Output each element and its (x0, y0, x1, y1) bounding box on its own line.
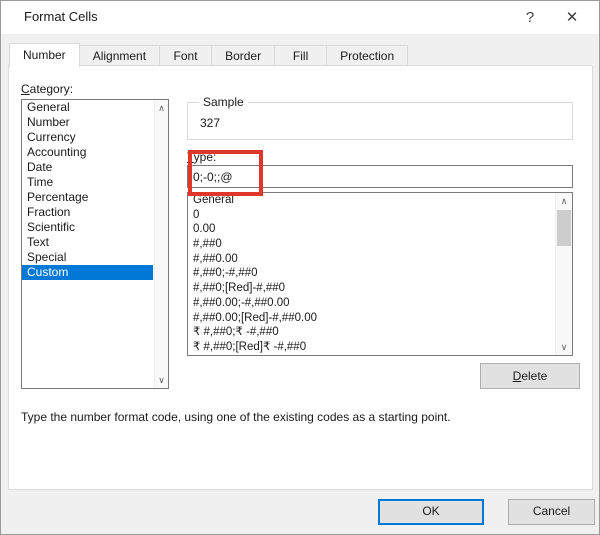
cancel-button[interactable]: Cancel (508, 499, 595, 525)
scroll-up-icon[interactable]: ∧ (556, 194, 572, 208)
tab-label: Alignment (92, 49, 147, 63)
delete-button[interactable]: Delete (480, 363, 580, 389)
category-item[interactable]: Special (22, 250, 153, 265)
category-item-label: Scientific (27, 220, 76, 234)
type-label: Type: (187, 150, 217, 164)
title-bar: Format Cells ? ✕ (1, 1, 599, 34)
type-input[interactable] (187, 165, 573, 188)
category-scrollbar[interactable]: ∧ ∨ (154, 100, 168, 388)
category-item[interactable]: Custom (22, 265, 153, 280)
type-list-item[interactable]: #,##0.00;-#,##0.00 (188, 296, 554, 311)
category-item-label: Accounting (27, 145, 87, 159)
category-item-label: Custom (27, 265, 69, 279)
tab[interactable]: Font (160, 45, 213, 66)
category-item-label: Text (27, 235, 50, 249)
tab[interactable]: Fill (275, 45, 328, 66)
scroll-up-icon[interactable]: ∧ (155, 101, 168, 115)
tab-label: Border (225, 49, 262, 63)
type-list-item[interactable]: #,##0;-#,##0 (188, 266, 554, 281)
category-item-label: Fraction (27, 205, 71, 219)
sample-legend: Sample (199, 95, 248, 109)
sample-groupbox: Sample 327 (187, 95, 573, 140)
tab-label: Font (173, 49, 198, 63)
type-list-item[interactable]: ₹ #,##0;[Red]₹ -#,##0 (188, 340, 554, 355)
type-list-item[interactable]: #,##0.00 (188, 252, 554, 267)
type-list-item[interactable]: #,##0;[Red]-#,##0 (188, 281, 554, 296)
type-list-item-label: General (193, 194, 234, 206)
category-item-label: Currency (27, 130, 76, 144)
type-list-item-label: #,##0.00;[Red]-#,##0.00 (193, 311, 318, 324)
number-tab-panel: Category: General Number Currency Accoun… (8, 65, 593, 490)
tab[interactable]: Protection (327, 45, 409, 66)
category-item[interactable]: Time (22, 175, 153, 190)
type-scrollbar[interactable]: ∧ ∨ (555, 193, 572, 355)
type-list-item-label: 0 (193, 208, 200, 221)
type-list-item-label: #,##0;-#,##0 (193, 267, 258, 280)
scroll-down-icon[interactable]: ∨ (155, 373, 168, 387)
category-item[interactable]: Accounting (22, 145, 153, 160)
scroll-down-icon[interactable]: ∨ (556, 340, 572, 354)
scrollbar-thumb[interactable] (557, 210, 571, 246)
category-item-label: Date (27, 160, 53, 174)
type-list-item-label: ₹ #,##0;[Red]₹ -#,##0 (193, 340, 307, 353)
tab[interactable]: Alignment (79, 45, 161, 66)
category-item[interactable]: Number (22, 115, 153, 130)
category-item[interactable]: Scientific (22, 220, 153, 235)
category-item[interactable]: Text (22, 235, 153, 250)
category-item[interactable]: General (22, 100, 153, 115)
category-item-label: Number (27, 115, 70, 129)
tab-label: Number (23, 48, 66, 62)
category-item[interactable]: Date (22, 160, 153, 175)
type-list-item-label: #,##0 (193, 238, 222, 251)
tab-label: Fill (292, 49, 309, 63)
type-list-item-label: #,##0.00 (193, 252, 238, 265)
type-list-item[interactable]: 0 (188, 208, 554, 223)
tab[interactable]: Number (9, 43, 80, 67)
type-list-item[interactable]: #,##0 (188, 237, 554, 252)
close-icon[interactable]: ✕ (557, 5, 587, 30)
category-item-label: Percentage (27, 190, 89, 204)
category-item-label: Time (27, 175, 54, 189)
format-cells-dialog: Format Cells ? ✕ Number Alignment Font B… (0, 0, 600, 535)
category-item[interactable]: Percentage (22, 190, 153, 205)
category-label: Category: (21, 82, 74, 96)
tab-strip: Number Alignment Font Border Fill Protec… (9, 43, 409, 67)
help-icon[interactable]: ? (515, 5, 545, 30)
category-items: General Number Currency Accounting Date … (22, 100, 153, 280)
tab-label: Protection (340, 49, 395, 63)
type-list-item[interactable]: ₹ #,##0;₹ -#,##0 (188, 325, 554, 340)
type-list-item-label: #,##0.00;-#,##0.00 (193, 296, 290, 309)
tab[interactable]: Border (212, 45, 276, 66)
category-item[interactable]: Currency (22, 130, 153, 145)
type-listbox[interactable]: General 0 0.00 #,##0 #,##0.00 #,##0;-#,#… (187, 192, 573, 356)
type-list-item-label: #,##0;[Red]-#,##0 (193, 282, 286, 295)
dialog-title: Format Cells (24, 9, 98, 24)
ok-button[interactable]: OK (378, 499, 484, 525)
category-item-label: General (27, 100, 70, 114)
help-text: Type the number format code, using one o… (21, 410, 451, 424)
type-list-item[interactable]: #,##0.00;[Red]-#,##0.00 (188, 311, 554, 326)
type-list-items: General 0 0.00 #,##0 #,##0.00 #,##0;-#,#… (188, 193, 554, 355)
type-list-item[interactable]: 0.00 (188, 222, 554, 237)
type-list-item[interactable]: General (188, 193, 554, 208)
type-list-item-label: 0.00 (193, 223, 216, 236)
type-list-item-label: ₹ #,##0;₹ -#,##0 (193, 326, 279, 339)
sample-value: 327 (200, 116, 221, 130)
category-item[interactable]: Fraction (22, 205, 153, 220)
category-item-label: Special (27, 250, 67, 264)
category-listbox[interactable]: General Number Currency Accounting Date … (21, 99, 169, 389)
